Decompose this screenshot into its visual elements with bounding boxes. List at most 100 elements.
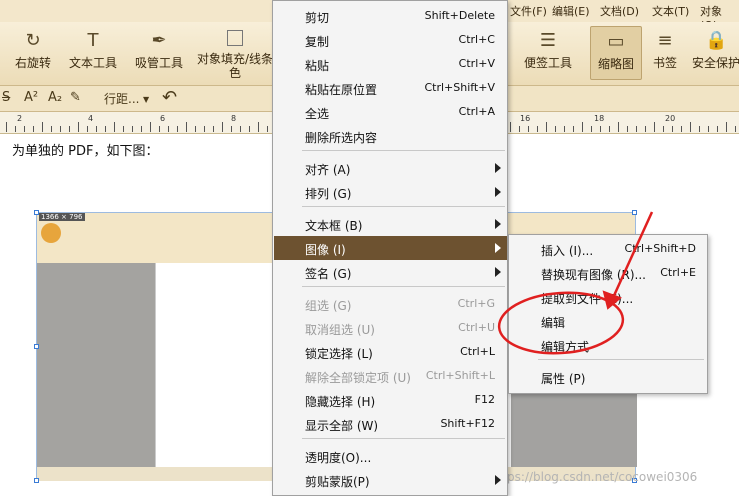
ruler-tick xyxy=(582,122,583,132)
menu-text[interactable]: 文本(T) xyxy=(652,3,689,19)
bookmark-icon: ≡ xyxy=(657,30,673,51)
menu-item-signature[interactable]: 签名 (G) xyxy=(274,260,507,284)
thumbnails-button[interactable]: ▭ 缩略图 xyxy=(590,26,642,80)
context-menu: 剪切 Shift+Delete 复制 Ctrl+C 粘贴 Ctrl+V 粘贴在原位置 C… xyxy=(272,0,508,496)
menu-item-arrange[interactable]: 排列 (G) xyxy=(274,180,507,204)
ruler-tick xyxy=(15,126,16,132)
ruler-tick xyxy=(654,122,655,132)
menu-separator xyxy=(538,359,704,360)
ruler-tick xyxy=(195,126,196,132)
watermark-text: https://blog.csdn.net/cocowei0306 xyxy=(490,470,698,484)
menu-item-label: 粘贴 xyxy=(305,59,330,73)
sticky-note-label: 便签工具 xyxy=(523,56,572,70)
submenu-item-properties[interactable]: 属性 (P) xyxy=(510,365,708,389)
ruler-tick xyxy=(204,126,205,132)
submenu-item-edit[interactable]: 编辑 xyxy=(510,309,708,333)
ruler-tick xyxy=(600,126,601,132)
submenu-item-extract-to-file[interactable]: 提取到文件 (E)... xyxy=(510,285,708,309)
ruler-tick xyxy=(591,126,592,132)
ruler-tick xyxy=(726,122,727,132)
ruler-tick xyxy=(510,122,511,132)
menu-item-delete-selection[interactable]: 删除所选内容 xyxy=(274,124,507,148)
bookmark-label: 书签 xyxy=(652,56,677,70)
menu-item-paste[interactable]: 粘贴 Ctrl+V xyxy=(274,52,507,76)
ruler-tick xyxy=(60,126,61,132)
ruler-tick xyxy=(87,126,88,132)
menu-separator xyxy=(302,286,505,287)
menu-item-show-all[interactable]: 显示全部 (W) Shift+F12 xyxy=(274,412,507,436)
ruler-tick xyxy=(141,126,142,132)
menu-item-label: 显示全部 (W) xyxy=(305,419,379,433)
menu-item-unlock-all[interactable]: 解除全部锁定项 (U) Ctrl+Shift+L xyxy=(274,364,507,388)
menu-edit[interactable]: 编辑(E) xyxy=(552,3,590,19)
submenu-arrow-icon xyxy=(495,163,501,173)
menu-item-group[interactable]: 组选 (G) Ctrl+G xyxy=(274,292,507,316)
submenu-arrow-icon xyxy=(495,475,501,485)
menu-item-ungroup[interactable]: 取消组选 (U) Ctrl+U xyxy=(274,316,507,340)
selection-handle[interactable] xyxy=(34,344,39,349)
ruler-tick xyxy=(24,126,25,132)
eyedropper-button[interactable]: ✒ 吸管工具 xyxy=(130,30,188,70)
menu-item-label: 对齐 (A) xyxy=(305,163,351,177)
submenu-item-label: 插入 (I)... xyxy=(541,244,594,258)
submenu-arrow-icon xyxy=(495,187,501,197)
menu-item-select-all[interactable]: 全选 Ctrl+A xyxy=(274,100,507,124)
selection-handle[interactable] xyxy=(34,478,39,483)
menu-document[interactable]: 文档(D) xyxy=(600,3,639,19)
highlight-icon[interactable]: ✎ xyxy=(70,90,81,105)
menu-item-hide-selection[interactable]: 隐藏选择 (H) F12 xyxy=(274,388,507,412)
menu-item-transparency[interactable]: 透明度(O)... xyxy=(274,444,507,468)
ruler-tick xyxy=(105,126,106,132)
selection-handle[interactable] xyxy=(34,210,39,215)
menu-item-label: 文本框 (B) xyxy=(305,219,363,233)
menu-item-paste-in-place[interactable]: 粘贴在原位置 Ctrl+Shift+V xyxy=(274,76,507,100)
menu-item-align[interactable]: 对齐 (A) xyxy=(274,156,507,180)
menu-item-shortcut: Shift+F12 xyxy=(440,417,495,430)
security-label: 安全保护 xyxy=(691,56,739,70)
row-spacing-dropdown[interactable]: 行距... xyxy=(104,90,139,107)
ruler-tick xyxy=(150,122,151,132)
menu-item-lock-selection[interactable]: 锁定选择 (L) Ctrl+L xyxy=(274,340,507,364)
menu-item-textbox[interactable]: 文本框 (B) xyxy=(274,212,507,236)
fill-color-button[interactable]: 对象填充/线条色 xyxy=(196,30,274,80)
submenu-item-replace-image[interactable]: 替换现有图像 (R)... Ctrl+E xyxy=(510,261,708,285)
ruler-tick xyxy=(159,126,160,132)
submenu-item-edit-with[interactable]: 编辑方式 xyxy=(510,333,708,357)
rotate-right-label: 右旋转 xyxy=(14,56,51,70)
submenu-item-insert[interactable]: 插入 (I)... Ctrl+Shift+D xyxy=(510,237,708,261)
embedded-app-logo xyxy=(41,223,61,243)
sticky-note-button[interactable]: ☰ 便签工具 xyxy=(520,30,576,70)
ruler-tick xyxy=(609,126,610,132)
menu-item-label: 取消组选 (U) xyxy=(305,323,375,337)
menu-item-shortcut: Ctrl+L xyxy=(460,345,495,358)
chevron-down-icon[interactable]: ▼ xyxy=(143,95,149,104)
menu-item-cut[interactable]: 剪切 Shift+Delete xyxy=(274,4,507,28)
bookmark-button[interactable]: ≡ 书签 xyxy=(648,30,682,70)
ruler-tick xyxy=(177,126,178,132)
superscript-button[interactable]: A² xyxy=(24,90,38,105)
ruler-tick xyxy=(114,122,115,132)
menu-item-label: 复制 xyxy=(305,35,330,49)
menu-item-clipping-mask[interactable]: 剪贴蒙版(P) xyxy=(274,468,507,492)
ruler-tick xyxy=(240,126,241,132)
ruler-tick xyxy=(663,126,664,132)
security-button[interactable]: 🔒 安全保护 xyxy=(690,30,739,70)
strikethrough-button[interactable]: S xyxy=(2,90,10,105)
text-tool-button[interactable]: T 文本工具 xyxy=(64,30,122,70)
selection-handle[interactable] xyxy=(632,210,637,215)
submenu-item-label: 属性 (P) xyxy=(541,372,586,386)
rotate-right-button[interactable]: ↻ 右旋转 xyxy=(10,30,56,70)
menu-item-shortcut: Ctrl+Shift+V xyxy=(424,81,495,94)
menu-item-image[interactable]: 图像 (I) xyxy=(274,236,507,260)
menu-item-copy[interactable]: 复制 Ctrl+C xyxy=(274,28,507,52)
eyedropper-label: 吸管工具 xyxy=(134,56,183,70)
menu-file[interactable]: 文件(F) xyxy=(510,3,547,19)
embedded-page xyxy=(155,263,273,467)
menu-item-label: 解除全部锁定项 (U) xyxy=(305,371,411,385)
document-text: 为单独的 PDF，如下图： xyxy=(12,144,159,159)
undo-icon[interactable]: ↶ xyxy=(162,87,177,108)
ruler-number: 4 xyxy=(88,114,94,123)
subscript-button[interactable]: A₂ xyxy=(48,90,62,105)
submenu-arrow-icon xyxy=(495,243,501,253)
ruler-tick xyxy=(564,126,565,132)
